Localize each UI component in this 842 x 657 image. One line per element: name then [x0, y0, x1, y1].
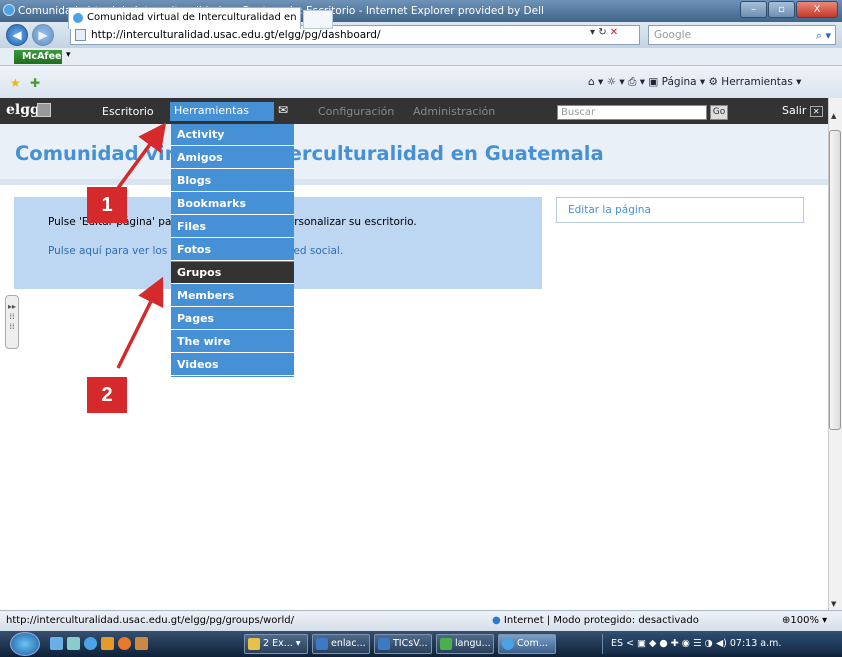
taskbar: 2 Ex... ▾ enlac... TICsV... langu... Com…	[0, 631, 842, 657]
annotation-badge-1: 1	[87, 187, 127, 223]
outlook-quicklaunch-icon[interactable]	[101, 637, 114, 650]
firefox-quicklaunch-icon[interactable]	[118, 637, 131, 650]
tray-icons[interactable]: < ▣ ◆ ● ✚ ◉ ☰ ◑	[626, 638, 716, 649]
start-button[interactable]	[10, 632, 40, 656]
switch-windows-icon[interactable]	[67, 637, 80, 650]
language-indicator[interactable]: ES	[611, 638, 623, 649]
taskbar-item-tics[interactable]: TICsV...	[374, 634, 432, 654]
status-url: http://interculturalidad.usac.edu.gt/elg…	[6, 615, 294, 626]
security-zone: ● Internet | Modo protegido: desactivado	[492, 615, 699, 626]
ie-quicklaunch-icon[interactable]	[84, 637, 97, 650]
system-tray: ES < ▣ ◆ ● ✚ ◉ ☰ ◑ ◀) 07:13 a.m.	[602, 634, 842, 654]
show-desktop-icon[interactable]	[50, 637, 63, 650]
annotation-arrows	[116, 122, 167, 369]
taskbar-item-excel[interactable]: 2 Ex... ▾	[244, 634, 308, 654]
zoom-level[interactable]: ⊕100% ▾	[782, 611, 827, 631]
status-bar: http://interculturalidad.usac.edu.gt/elg…	[0, 610, 842, 631]
annotation-badge-2: 2	[87, 377, 127, 413]
volume-icon[interactable]: ◀)	[716, 638, 727, 649]
annotation-arrow-2	[116, 276, 164, 369]
clock[interactable]: 07:13 a.m.	[730, 638, 782, 649]
app-quicklaunch-icon[interactable]	[135, 637, 148, 650]
taskbar-item-language[interactable]: langu...	[436, 634, 494, 654]
globe-icon: ●	[492, 615, 501, 626]
taskbar-item-comunidad[interactable]: Com...	[498, 634, 556, 654]
taskbar-item-enlaces[interactable]: enlac...	[312, 634, 370, 654]
annotation-arrow-1	[116, 122, 167, 190]
